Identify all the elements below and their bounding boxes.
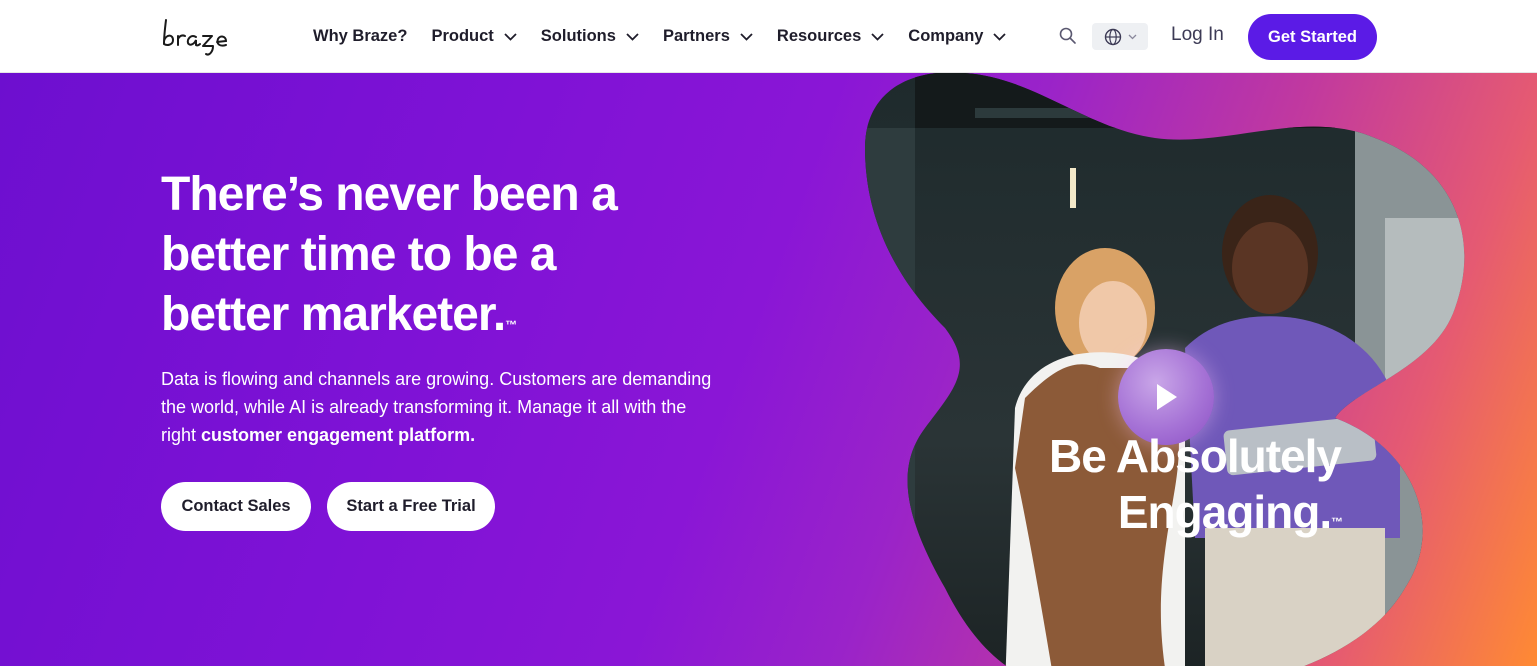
main-nav: Why Braze? Product Solutions Partners Re… (313, 0, 1030, 73)
play-icon (1157, 384, 1177, 410)
headline-line-2: better time to be a (161, 228, 556, 281)
chevron-down-icon (504, 32, 517, 41)
chevron-down-icon (740, 32, 753, 41)
chevron-down-icon (871, 32, 884, 41)
get-started-button[interactable]: Get Started (1248, 14, 1377, 60)
login-link[interactable]: Log In (1171, 24, 1224, 46)
nav-partners[interactable]: Partners (663, 27, 753, 46)
free-trial-button[interactable]: Start a Free Trial (327, 482, 495, 531)
subtext-bold[interactable]: customer engagement platform. (201, 425, 475, 445)
nav-label: Resources (776, 27, 862, 45)
hero-buttons: Contact Sales Start a Free Trial (161, 482, 495, 531)
chevron-down-icon (993, 32, 1007, 41)
nav-why-braze[interactable]: Why Braze? (313, 27, 407, 46)
trademark: ™ (505, 318, 517, 332)
chevron-down-icon (1128, 34, 1136, 39)
nav-solutions[interactable]: Solutions (541, 27, 639, 46)
nav-company[interactable]: Company (908, 27, 1007, 46)
nav-label: Product (431, 27, 494, 45)
trademark: ™ (1331, 515, 1343, 529)
braze-logo[interactable] (160, 14, 244, 58)
video-title-line-2: Engaging. (1117, 486, 1332, 538)
video-title: Be Absolutely Engaging.™ (1015, 428, 1375, 540)
globe-icon (1104, 28, 1121, 45)
search-icon[interactable] (1058, 26, 1078, 46)
hero-headline: There’s never been a better time to be a… (161, 165, 721, 345)
nav-resources[interactable]: Resources (777, 27, 884, 46)
language-selector[interactable] (1092, 23, 1148, 50)
nav-product[interactable]: Product (431, 27, 517, 46)
site-header: braze Why Braze? Product Solutions Partn… (0, 0, 1537, 73)
headline-line-1: There’s never been a (161, 168, 618, 221)
hero-section: There’s never been a better time to be a… (0, 73, 1537, 666)
contact-sales-button[interactable]: Contact Sales (161, 482, 311, 531)
nav-label: Why Braze? (313, 27, 408, 45)
hero-subtext: Data is flowing and channels are growing… (161, 365, 721, 449)
nav-label: Company (908, 27, 984, 45)
nav-label: Solutions (540, 27, 616, 45)
headline-line-3: better marketer. (161, 288, 506, 341)
chevron-down-icon (626, 32, 639, 41)
video-title-line-1: Be Absolutely (1048, 430, 1342, 482)
nav-label: Partners (662, 27, 730, 45)
